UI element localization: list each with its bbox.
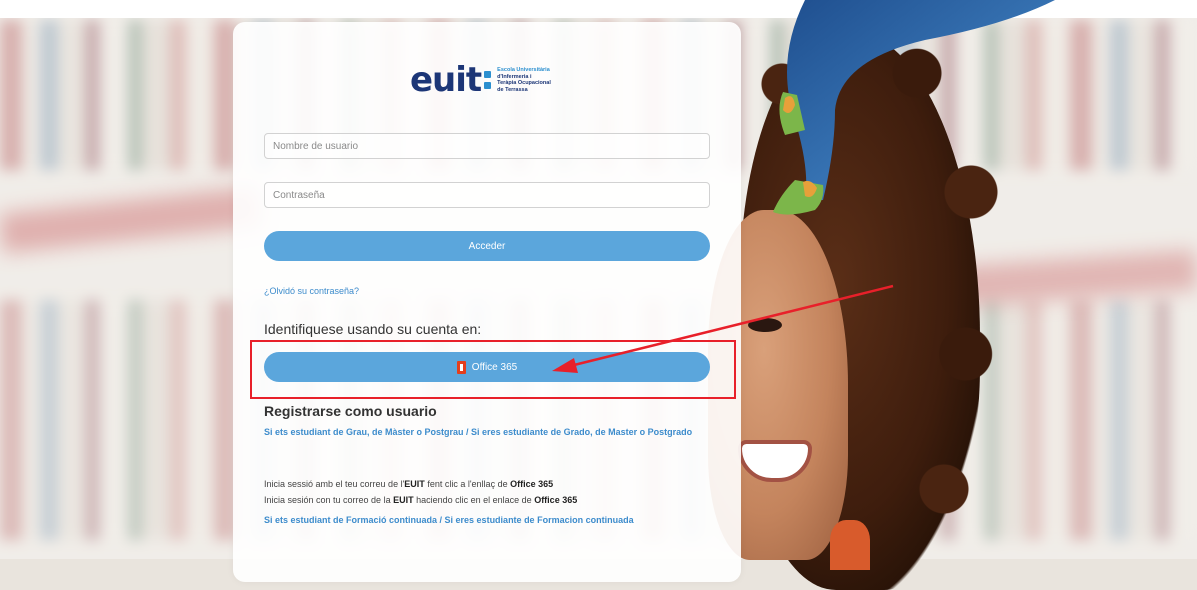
logo-colon-icon: [484, 71, 492, 89]
info-spanish: Inicia sesión con tu correo de la EUIT h…: [264, 495, 578, 505]
register-heading: Registrarse como usuario: [264, 403, 437, 419]
info-catalan: Inicia sessió amb el teu correu de l'EUI…: [264, 479, 554, 489]
highlight-box: [250, 340, 736, 399]
password-input[interactable]: [264, 182, 710, 208]
logo-wordmark: euit: [410, 60, 482, 100]
login-button[interactable]: Acceder: [264, 231, 710, 261]
forgot-password-link[interactable]: ¿Olvidó su contraseña?: [264, 286, 359, 296]
username-input[interactable]: [264, 133, 710, 159]
euit-logo: euit Escola Universitària d'Infermeria i…: [410, 60, 551, 100]
sso-heading: Identifiquese usando su cuenta en:: [264, 321, 482, 337]
login-button-label: Acceder: [468, 240, 506, 252]
register-grado-link[interactable]: Si ets estudiant de Grau, de Màster o Po…: [264, 425, 714, 440]
register-formacio-link[interactable]: Si ets estudiant de Formació continuada …: [264, 513, 714, 528]
logo-subtitle: Escola Universitària d'Infermeria i Terà…: [497, 67, 551, 93]
leg-illustration: [773, 0, 1055, 215]
